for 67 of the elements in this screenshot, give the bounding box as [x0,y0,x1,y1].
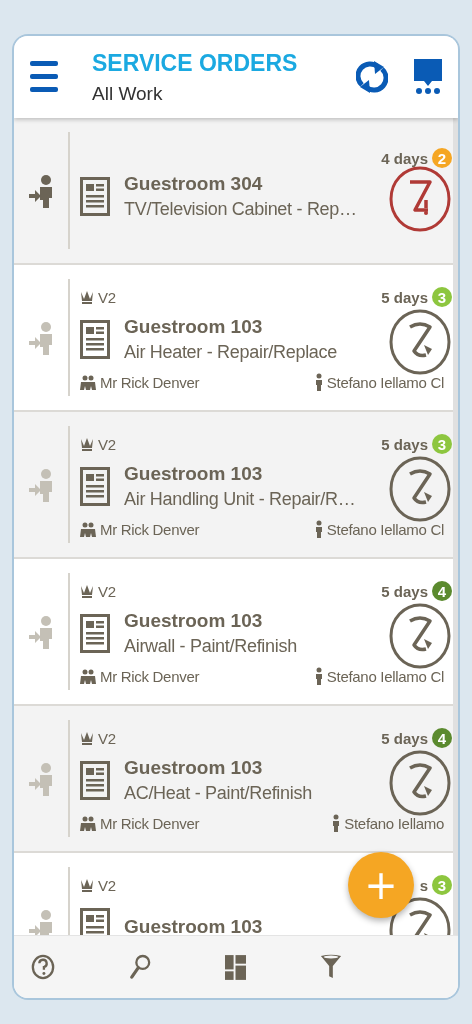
person-icon [314,520,323,538]
crown-icon [80,289,94,305]
order-title: Guestroom 103 [124,756,264,779]
version-label: V2 [98,288,116,306]
count-badge: 2 [432,148,452,168]
order-title: Guestroom 103 [124,462,264,485]
page-title: SERVICE ORDERS [92,49,299,77]
age-label: 5 days [381,435,428,453]
document-icon [80,907,110,935]
order-row[interactable]: V2 5 days 4 Guestroom 103 AC/Heat - Paint/Refinish Mr Rick Denver Stefano Iellamo [14,706,453,853]
crown-icon [80,730,94,746]
requester-name: Mr Rick Denver [100,373,200,391]
person-icon [314,373,323,391]
version-label: V2 [98,876,116,894]
count-badge: 3 [432,434,452,454]
count-badge: 3 [432,875,452,895]
page-subtitle: All Work [92,82,164,105]
requester-name: Mr Rick Denver [100,667,200,685]
document-icon [80,613,110,653]
count-badge: 4 [432,581,452,601]
document-icon [80,466,110,506]
group-icon [80,521,96,537]
document-icon [80,176,110,216]
order-row[interactable]: 4 days 2 Guestroom 304 TV/Television Cabinet - Rep… [14,118,453,265]
person-icon [332,814,341,832]
chat-icon[interactable] [414,59,442,95]
refresh-icon[interactable] [356,59,388,95]
person-icon [314,667,323,685]
order-title: Guestroom 103 [124,609,264,632]
version-label: V2 [98,582,116,600]
group-icon [80,668,96,684]
order-title: Guestroom 103 [124,315,264,338]
order-row[interactable]: V2 5 days 3 Guestroom 103 Air Handling Unit - Repair/R… Mr Rick Denver Stefano Iellamo Cl [14,412,453,559]
order-description: AC/Heat - Paint/Refinish [124,782,312,804]
count-badge: 3 [432,287,452,307]
search-icon[interactable] [129,954,151,980]
version-label: V2 [98,729,116,747]
age-label: 5 days [381,582,428,600]
document-icon [80,319,110,359]
dashboard-icon[interactable] [225,954,246,980]
order-description: Airwall - Paint/Refinish [124,635,297,657]
technician-name: Stefano Iellamo [344,814,444,832]
group-icon [80,815,96,831]
order-description: Air Heater - Repair/Replace [124,341,337,363]
requester-name: Mr Rick Denver [100,520,200,538]
technician-name: Stefano Iellamo Cl [326,667,444,685]
document-icon [80,760,110,800]
crown-icon [80,877,94,893]
crown-icon [80,583,94,599]
technician-name: Stefano Iellamo Cl [326,520,444,538]
order-description: TV/Television Cabinet - Rep… [124,198,357,220]
requester-name: Mr Rick Denver [100,814,200,832]
age-label: 4 days [381,149,428,167]
order-description: Air Handling Unit - Repair/R… [124,488,356,510]
filter-icon[interactable] [320,954,342,980]
crown-icon [80,436,94,452]
technician-name: Stefano Iellamo Cl [326,373,444,391]
age-label: 5 days [381,288,428,306]
count-badge: 4 [432,728,452,748]
order-title: Guestroom 103 [124,916,263,935]
version-label: V2 [98,435,116,453]
age-label: s [419,876,428,894]
age-label: 5 days [381,729,428,747]
menu-icon[interactable] [30,61,58,93]
order-title: Guestroom 304 [124,172,264,195]
group-icon [80,374,96,390]
help-icon[interactable] [31,954,55,980]
